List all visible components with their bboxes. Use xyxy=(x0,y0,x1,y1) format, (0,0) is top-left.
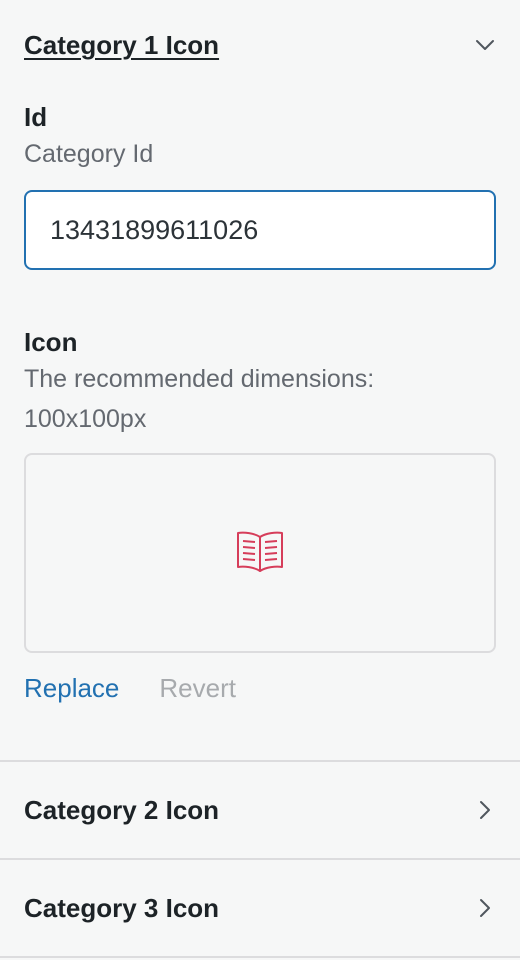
category-id-input[interactable] xyxy=(24,190,496,270)
revert-button: Revert xyxy=(159,673,236,703)
settings-panel: Category 1 Icon Id Category Id Icon The … xyxy=(0,0,520,960)
icon-image-preview[interactable] xyxy=(24,453,496,653)
section-title: Category 1 Icon xyxy=(24,29,220,60)
category-1-icon-header[interactable]: Category 1 Icon xyxy=(24,0,496,90)
category-2-icon-section[interactable]: Category 2 Icon xyxy=(0,762,520,860)
id-field-group: Id Category Id xyxy=(24,100,496,270)
category-3-icon-section[interactable]: Category 3 Icon xyxy=(0,860,520,958)
id-field-label: Id xyxy=(24,102,48,132)
section-title: Category 2 Icon xyxy=(24,794,220,825)
icon-actions: Replace Revert xyxy=(24,673,496,704)
chevron-right-icon xyxy=(474,897,496,919)
chevron-down-icon xyxy=(474,34,496,56)
open-book-icon xyxy=(236,529,284,578)
replace-button[interactable]: Replace xyxy=(24,673,119,704)
icon-field-group: Icon The recommended dimensions: 100x100… xyxy=(24,325,496,704)
section-title: Category 3 Icon xyxy=(24,892,220,923)
icon-field-label: Icon xyxy=(24,327,78,357)
category-1-icon-section: Category 1 Icon Id Category Id Icon The … xyxy=(0,0,520,762)
icon-field-description: The recommended dimensions: 100x100px xyxy=(24,365,375,433)
chevron-right-icon xyxy=(474,799,496,821)
id-field-description: Category Id xyxy=(24,140,154,168)
